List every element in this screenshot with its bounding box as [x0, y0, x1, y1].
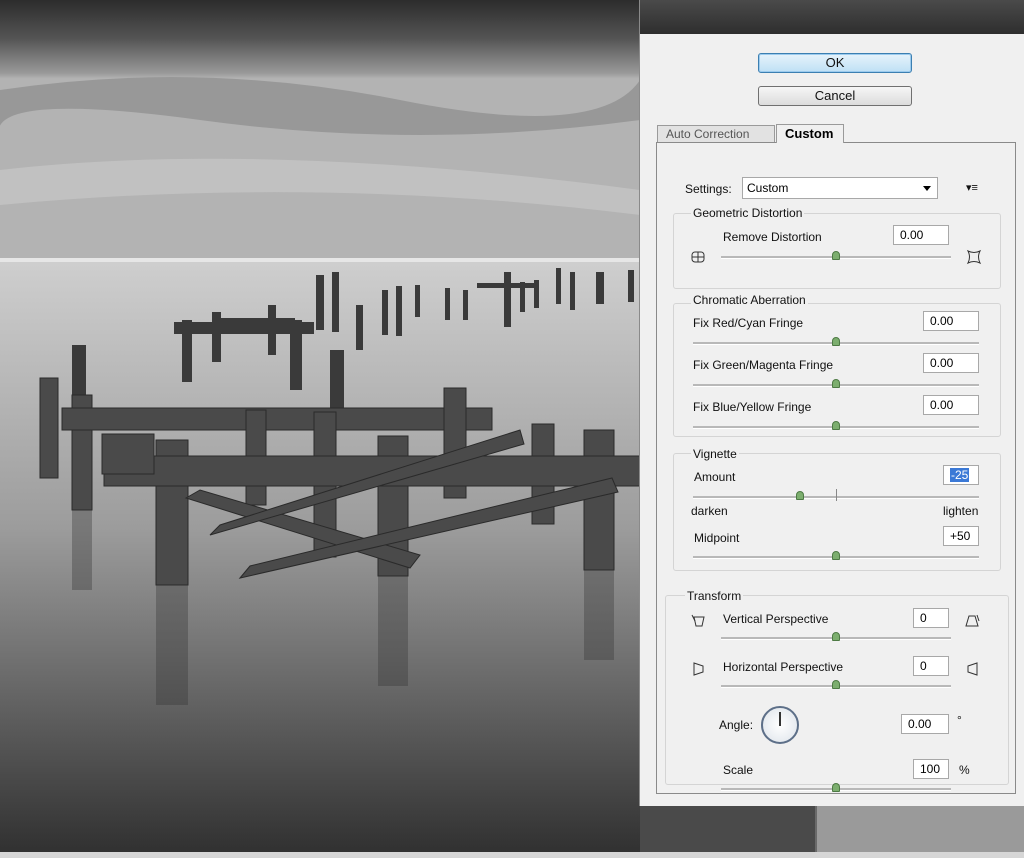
remove-distortion-field[interactable]: 0.00 — [893, 225, 949, 245]
vignette-midpoint-field[interactable]: +50 — [943, 526, 979, 546]
fix-green-magenta-slider[interactable] — [693, 379, 979, 389]
dialog-titlebar[interactable] — [640, 0, 1024, 34]
settings-dropdown[interactable]: Custom — [742, 177, 938, 199]
vignette-amount-slider[interactable] — [693, 489, 979, 501]
horizontal-perspective-slider[interactable] — [721, 680, 951, 690]
transform-title: Transform — [685, 589, 744, 603]
ok-button[interactable]: OK — [758, 53, 912, 73]
status-strip — [0, 852, 1024, 858]
fix-blue-yellow-field[interactable]: 0.00 — [923, 395, 979, 415]
vertical-perspective-slider[interactable] — [721, 632, 951, 642]
remove-distortion-slider[interactable] — [721, 251, 951, 261]
pincushion-icon — [691, 251, 705, 263]
geometric-distortion-title: Geometric Distortion — [691, 206, 805, 220]
vertical-perspective-field[interactable]: 0 — [913, 608, 949, 628]
fix-red-cyan-slider[interactable] — [693, 337, 979, 347]
fix-red-cyan-label: Fix Red/Cyan Fringe — [693, 316, 804, 330]
fix-green-magenta-field[interactable]: 0.00 — [923, 353, 979, 373]
fix-green-magenta-label: Fix Green/Magenta Fringe — [693, 358, 834, 372]
vignette-amount-label: Amount — [694, 470, 736, 484]
slider-thumb[interactable] — [832, 421, 840, 430]
angle-unit: ° — [957, 713, 962, 727]
settings-value: Custom — [747, 181, 789, 195]
settings-label: Settings: — [685, 182, 732, 196]
vertical-perspective-label: Vertical Perspective — [723, 612, 829, 626]
chevron-down-icon — [923, 186, 931, 191]
scale-field[interactable]: 100 — [913, 759, 949, 779]
vignette-amount-field[interactable]: -25 — [943, 465, 979, 485]
darken-label: darken — [691, 504, 728, 518]
slider-thumb[interactable] — [796, 491, 805, 500]
lighten-label: lighten — [943, 504, 979, 518]
scale-label: Scale — [723, 763, 754, 777]
fix-blue-yellow-label: Fix Blue/Yellow Fringe — [693, 400, 812, 414]
angle-label: Angle: — [719, 718, 754, 732]
horizontal-perspective-left-icon — [693, 662, 704, 676]
angle-field[interactable]: 0.00 — [901, 714, 949, 734]
slider-thumb[interactable] — [832, 251, 840, 260]
vignette-midpoint-label: Midpoint — [694, 531, 740, 545]
scale-unit: % — [959, 763, 970, 777]
horizontal-perspective-label: Horizontal Perspective — [723, 660, 844, 674]
vertical-perspective-right-icon — [965, 614, 980, 627]
fix-red-cyan-field[interactable]: 0.00 — [923, 311, 979, 331]
horizontal-perspective-right-icon — [967, 662, 978, 676]
slider-thumb[interactable] — [832, 680, 840, 689]
slider-thumb[interactable] — [832, 337, 840, 346]
barrel-icon — [966, 249, 982, 265]
slider-thumb[interactable] — [832, 632, 840, 641]
angle-dial[interactable] — [761, 706, 799, 744]
horizontal-perspective-field[interactable]: 0 — [913, 656, 949, 676]
slider-thumb[interactable] — [832, 551, 840, 560]
chromatic-aberration-title: Chromatic Aberration — [691, 293, 808, 307]
custom-tab-panel: Settings: Custom ▾≡ Geometric Distortion… — [656, 142, 1016, 794]
amount-value-selected: -25 — [950, 468, 970, 482]
cancel-button[interactable]: Cancel — [758, 86, 912, 106]
settings-menu-icon[interactable]: ▾≡ — [966, 181, 978, 194]
slider-thumb[interactable] — [832, 379, 840, 388]
vertical-perspective-left-icon — [691, 614, 705, 627]
vignette-midpoint-slider[interactable] — [693, 551, 979, 561]
tab-auto-correction[interactable]: Auto Correction — [657, 125, 775, 142]
scale-slider[interactable] — [721, 783, 951, 793]
slider-thumb[interactable] — [832, 783, 840, 792]
photo-canvas — [0, 0, 640, 858]
pier-photo — [0, 0, 640, 858]
tab-custom[interactable]: Custom — [776, 124, 844, 143]
fix-blue-yellow-slider[interactable] — [693, 421, 979, 431]
lens-correction-dialog: OK Cancel Auto Correction Custom Setting… — [639, 0, 1024, 806]
remove-distortion-label: Remove Distortion — [723, 230, 822, 244]
correction-tabs: Auto Correction Custom Settings: Custom … — [656, 124, 1016, 794]
workspace-background — [815, 806, 1024, 852]
vignette-title: Vignette — [691, 447, 739, 461]
transform-group — [665, 595, 1009, 785]
